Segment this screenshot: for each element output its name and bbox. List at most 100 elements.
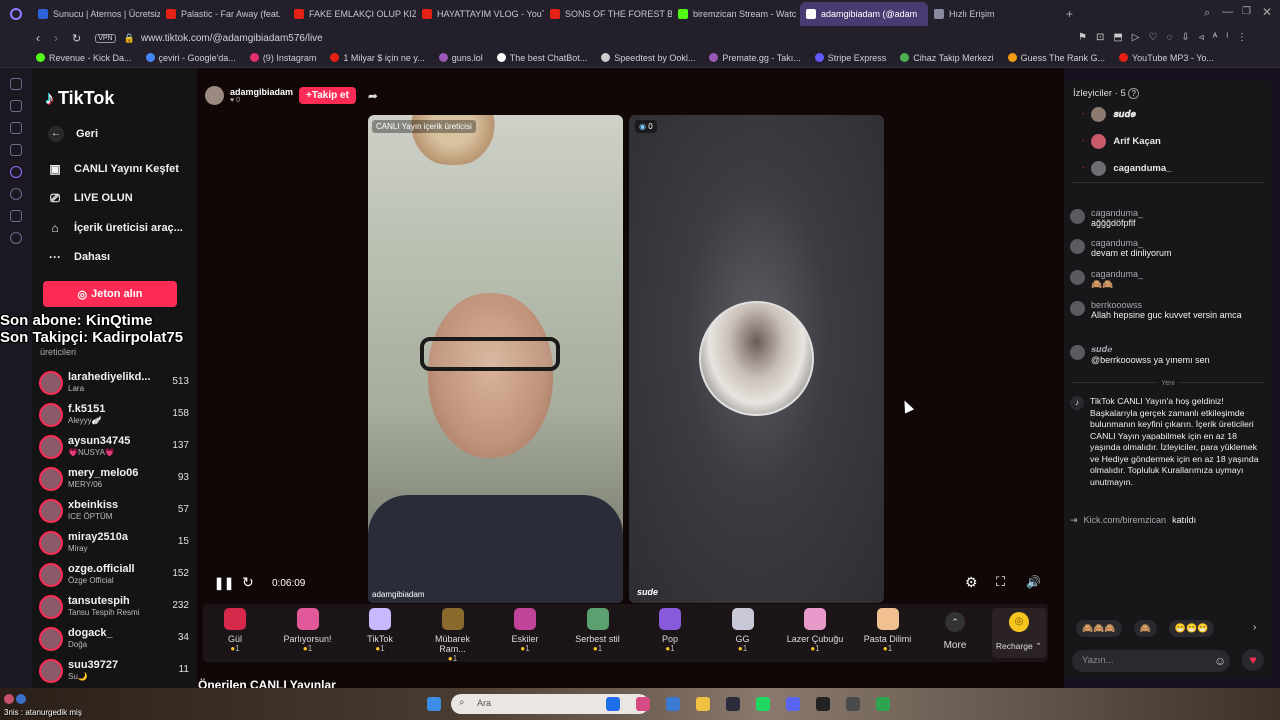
gift-item[interactable]: GG ●1	[711, 606, 775, 653]
fullscreen-icon[interactable]: ⛶	[996, 574, 1005, 590]
close-window-icon[interactable]: ✕	[1262, 5, 1272, 19]
browser-tab[interactable]: SONS OF THE FOREST BİR	[544, 2, 672, 26]
maximize-icon[interactable]: ❐	[1242, 6, 1251, 17]
creator-list-item[interactable]: aysun34745 💗NUSYA💗 137	[39, 432, 191, 462]
settings-icon[interactable]	[846, 697, 860, 711]
bookmark-item[interactable]: Speedtest by Ookl...	[601, 53, 695, 63]
creator-list-item[interactable]: miray2510a Miray 15	[39, 528, 191, 558]
gift-item[interactable]: Pasta Dilimi ●1	[856, 606, 920, 653]
vpn-badge[interactable]: VPN	[95, 33, 116, 43]
creator-list-item[interactable]: larahediyelikd... Lara 513	[39, 368, 191, 398]
back-icon[interactable]: ‹	[36, 31, 40, 45]
quick-reaction-button[interactable]: 🙈	[1133, 620, 1157, 637]
viewer-item[interactable]: - Arif Kaçan	[1082, 134, 1161, 149]
steam-icon[interactable]	[726, 697, 740, 711]
bookmark-item[interactable]: Stripe Express	[814, 53, 886, 63]
browser-tab[interactable]: Hızlı Erişim	[928, 2, 1056, 26]
bookmark-item[interactable]: Revenue - Kick Da...	[36, 53, 132, 63]
gift-item[interactable]: Parlıyorsun! ●1	[276, 606, 340, 653]
bookmark-item[interactable]: çeviri - Google'da...	[145, 53, 236, 63]
gift-item[interactable]: Gül ●1	[203, 606, 267, 653]
quick-reaction-button[interactable]: 😁😁😁	[1168, 620, 1215, 637]
info-icon[interactable]: ?	[1128, 88, 1139, 99]
creator-list-item[interactable]: xbeinkiss ICE ÖPTÜM 57	[39, 496, 191, 526]
url-field[interactable]: www.tiktok.com/@adamgibiadam576/live	[141, 33, 323, 44]
edge-icon[interactable]	[666, 697, 680, 711]
tiktok-logo[interactable]: ♪ TikTok	[45, 88, 114, 109]
chat-username[interactable]: berrkooowss	[1091, 300, 1242, 310]
chat-username[interactable]: caganduma_	[1091, 238, 1172, 248]
viewer-item[interactable]: - 𝒔𝒖𝒅𝒆	[1082, 107, 1136, 122]
bookmark-item[interactable]: Premate.gg - Takı...	[709, 53, 801, 63]
creator-list-item[interactable]: tansutespih Tansu Tespih Resmi 232	[39, 592, 191, 622]
reload-icon[interactable]: ↻	[72, 32, 81, 45]
gift-more-button[interactable]: ⌃ More	[935, 612, 975, 651]
bookmark-item[interactable]: guns.lol	[438, 53, 483, 63]
sidebar-tool-icon[interactable]	[10, 100, 22, 112]
host-video[interactable]: CANLI Yayın içerik üreticisi adamgibiada…	[368, 115, 623, 603]
sidebar-nav-item[interactable]: ▣ CANLI Yayını Keşfet	[48, 162, 179, 176]
discord-icon[interactable]	[786, 697, 800, 711]
bookmark-item[interactable]: Cihaz Takip Merkezi	[900, 53, 994, 63]
refresh-icon[interactable]: ↻	[242, 574, 254, 591]
sidebar-tool-icon[interactable]	[10, 144, 22, 156]
sidebar-nav-item[interactable]: ⎚ LIVE OLUN	[48, 191, 132, 205]
sidebar-tool-icon[interactable]	[10, 78, 22, 90]
browser-tab[interactable]: Sunucu | Aternos | Ücretsiz	[32, 2, 160, 26]
quick-reaction-button[interactable]: 🙈🙈🙈	[1076, 620, 1122, 637]
new-tab-icon[interactable]: +	[1066, 7, 1073, 21]
browser-tab[interactable]: biremzican Stream - Watc	[672, 2, 800, 26]
settings-icon[interactable]	[10, 232, 22, 244]
guest-video[interactable]: ◉ 0 sude	[629, 115, 884, 603]
browser-tab[interactable]: Palastic - Far Away (feat.	[160, 2, 288, 26]
recharge-button[interactable]: ◎ Recharge ⌃	[992, 608, 1046, 658]
bookmark-item[interactable]: 1 Milyar $ için ne y...	[330, 53, 425, 63]
chat-username[interactable]: caganduma_	[1091, 208, 1143, 218]
gift-item[interactable]: Pop ●1	[638, 606, 702, 653]
opera-logo-icon[interactable]	[10, 8, 22, 20]
chat-input[interactable]: Yazın...	[1072, 650, 1230, 672]
browser-tab[interactable]: adamgibiadam (@adam	[800, 2, 928, 26]
chat-avatar[interactable]	[1070, 301, 1085, 316]
follow-button[interactable]: +Takip et	[299, 87, 356, 104]
creator-list-item[interactable]: dogack_ Doğa 34	[39, 624, 191, 654]
quick-next-icon[interactable]: ›	[1253, 622, 1256, 633]
bookmark-item[interactable]: Guess The Rank G...	[1007, 53, 1105, 63]
host-name[interactable]: adamgibiadam	[230, 87, 293, 97]
sidebar-nav-item[interactable]: ← Geri	[48, 126, 98, 142]
spotify-icon[interactable]	[756, 697, 770, 711]
sidebar-tool-icon[interactable]	[10, 122, 22, 134]
app-icon[interactable]	[816, 697, 830, 711]
extensions-icon[interactable]	[10, 210, 22, 222]
forward-icon[interactable]: ›	[54, 31, 58, 45]
windows-start-icon[interactable]	[427, 697, 441, 711]
pause-icon[interactable]: ❚❚	[214, 576, 234, 590]
gift-item[interactable]: Lazer Çubuğu ●1	[783, 606, 847, 653]
browser-tab[interactable]: HAYATTAYIM VLOG - YouT	[416, 2, 544, 26]
chat-avatar[interactable]	[1070, 239, 1085, 254]
file-explorer-icon[interactable]	[606, 697, 620, 711]
history-icon[interactable]	[10, 188, 22, 200]
chat-avatar[interactable]	[1070, 209, 1085, 224]
share-icon[interactable]: ➦	[368, 89, 378, 103]
folder-icon[interactable]	[696, 697, 710, 711]
host-avatar[interactable]	[205, 86, 224, 105]
gift-item[interactable]: Serbest stil ●1	[566, 606, 630, 653]
creator-list-item[interactable]: ozge.officiall Özge Official 152	[39, 560, 191, 590]
sidebar-nav-item[interactable]: ⌂ İçerik üreticisi araç...	[48, 221, 182, 235]
creator-list-item[interactable]: f.k5151 Aleyyy🪽 158	[39, 400, 191, 430]
chat-avatar[interactable]	[1070, 270, 1085, 285]
opera-icon[interactable]	[636, 697, 650, 711]
gift-item[interactable]: Mübarek Ram... ●1	[421, 606, 485, 663]
viewer-item[interactable]: - caganduma_	[1082, 161, 1171, 176]
creator-list-item[interactable]: mery_melo06 MERY/06 93	[39, 464, 191, 494]
creator-list-item[interactable]: suu39727 Su🌙 11	[39, 656, 191, 686]
jeton-button[interactable]: ◎ Jeton alın	[43, 281, 177, 307]
chat-username[interactable]: caganduma_	[1091, 269, 1143, 279]
browser-tab[interactable]: FAKE EMLAKÇI OLUP KIZ	[288, 2, 416, 26]
whatsapp-icon[interactable]	[876, 697, 890, 711]
bookmark-item[interactable]: The best ChatBot...	[496, 53, 587, 63]
joined-user[interactable]: Kick.com/biremzican	[1084, 515, 1167, 526]
spotify-icon[interactable]	[10, 166, 22, 178]
gift-item[interactable]: TikTok ●1	[348, 606, 412, 653]
